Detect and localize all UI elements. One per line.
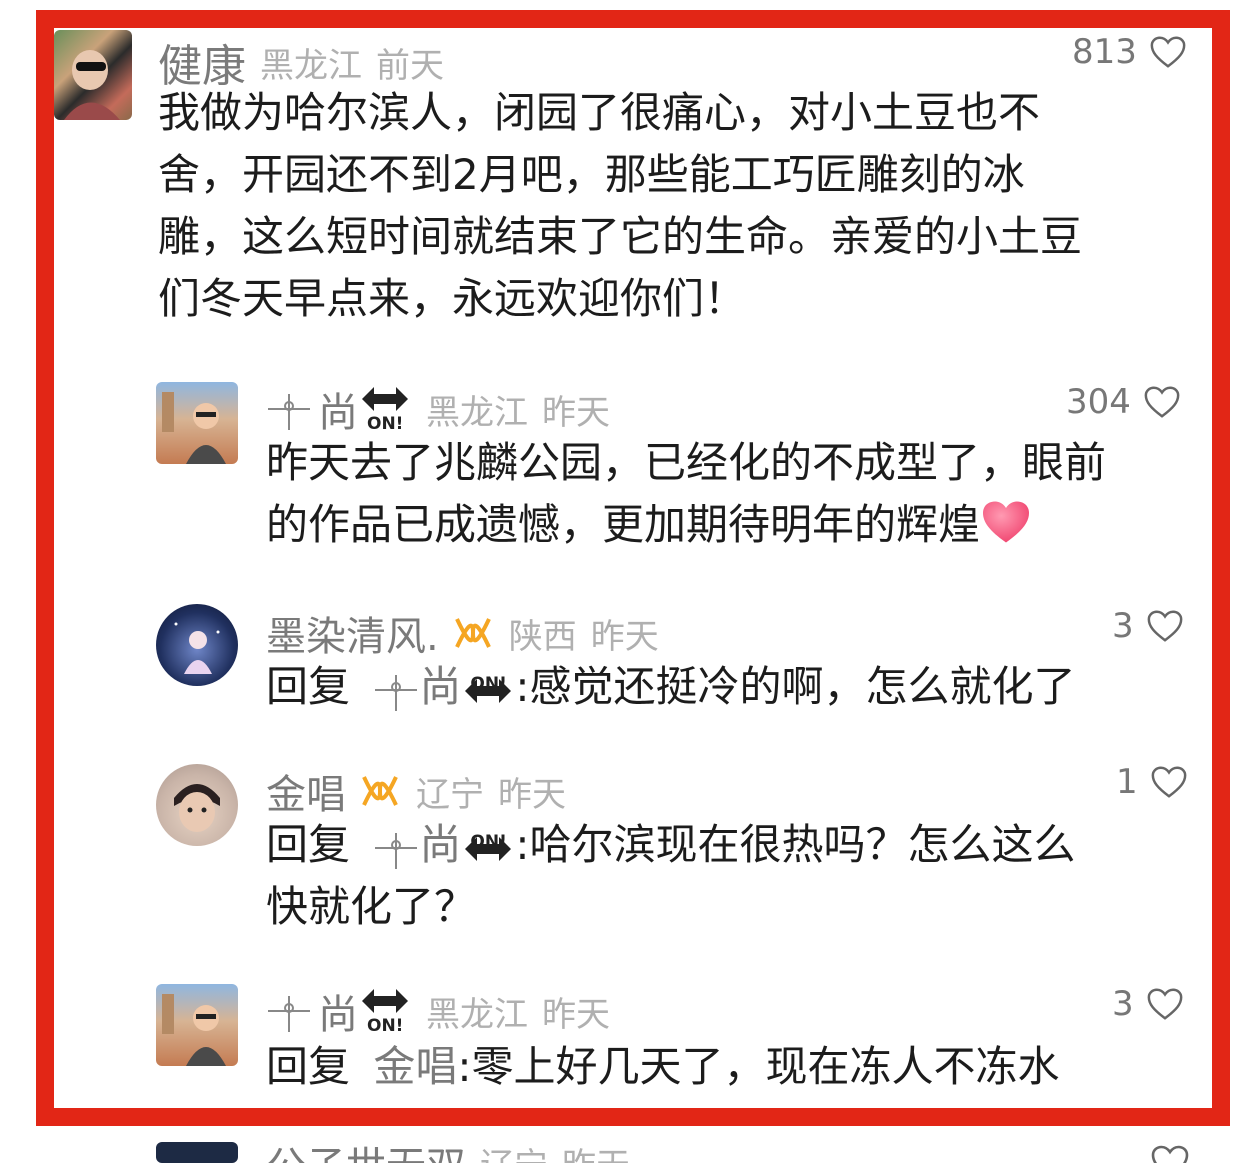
ornament-icon [268, 394, 310, 430]
timestamp: 前天 [376, 45, 444, 86]
like-count: 1 [1116, 762, 1138, 802]
like-count: 813 [1072, 32, 1137, 72]
location: 辽宁 [416, 774, 484, 815]
username[interactable]: 金唱 [266, 762, 346, 820]
on-badge-icon: ON! [461, 821, 515, 875]
avatar[interactable] [156, 604, 238, 686]
like-count: 3 [1112, 606, 1134, 646]
reply-prefix: 回复 [266, 820, 351, 869]
heart-icon[interactable] [1150, 1144, 1190, 1163]
comment-line: 回复 尚 ON!:感觉还挺冷的啊，怎么就化了 [266, 656, 1196, 718]
ornament-icon [268, 996, 310, 1032]
comment-text: 回复 金唱:零上好几天了，现在冻人不冻水 [266, 1036, 1196, 1098]
vip-badge-icon [454, 618, 491, 648]
avatar[interactable] [54, 30, 132, 120]
location: 黑龙江 [426, 392, 528, 433]
on-badge-icon: ON! [461, 663, 515, 717]
comment-text: 我做为哈尔滨人，闭园了很痛心，对小土豆也不 舍，开园还不到2月吧，那些能工巧匠雕… [158, 82, 1188, 330]
avatar[interactable] [156, 764, 238, 846]
on-badge-icon: ON! [358, 984, 412, 1038]
heart-icon[interactable] [1143, 384, 1181, 420]
like-button[interactable]: 1 [1116, 762, 1188, 802]
heart-icon[interactable] [1146, 608, 1184, 644]
comment-line: 雕，这么短时间就结束了它的生命。亲爱的小土豆 [158, 212, 1083, 261]
like-count: 3 [1112, 984, 1134, 1024]
comment-line: 回复 尚 ON!:哈尔滨现在很热吗？怎么这么 [266, 814, 1196, 876]
heart-icon[interactable] [1150, 764, 1188, 800]
comment-text: 回复 尚 ON!:感觉还挺冷的啊，怎么就化了 [266, 656, 1196, 718]
comment-text: 昨天去了兆麟公园，已经化的不成型了，眼前 的作品已成遗憾，更加期待明年的辉煌 [266, 432, 1196, 556]
ornament-icon [375, 832, 418, 869]
heart-icon[interactable] [1146, 986, 1184, 1022]
timestamp: 昨天 [562, 1140, 630, 1163]
timestamp: 昨天 [590, 616, 659, 657]
reply-prefix: 回复 [266, 662, 351, 711]
avatar[interactable] [156, 382, 238, 464]
location: 黑龙江 [260, 45, 362, 86]
location: 辽宁 [480, 1140, 548, 1163]
username[interactable]: 墨染清风. [266, 604, 439, 662]
comment-line: 们冬天早点来，永远欢迎你们！ [158, 274, 747, 323]
like-button[interactable]: 3 [1112, 606, 1184, 646]
reply-prefix: 回复 [266, 1042, 351, 1091]
comment-line: 昨天去了兆麟公园，已经化的不成型了，眼前 [266, 438, 1107, 487]
like-button[interactable]: 813 [1072, 32, 1187, 72]
like-count: 304 [1066, 382, 1131, 422]
timestamp: 昨天 [498, 774, 566, 815]
mention[interactable]: 金唱 [373, 1042, 457, 1091]
comment-text: 回复 尚 ON!:哈尔滨现在很热吗？怎么这么 快就化了？ [266, 814, 1196, 938]
like-button[interactable]: 304 [1066, 382, 1181, 422]
heart-icon[interactable] [1149, 34, 1187, 70]
avatar[interactable] [156, 1142, 238, 1163]
comment-line: 我做为哈尔滨人，闭园了很痛心，对小土豆也不 [158, 88, 1041, 137]
timestamp: 昨天 [542, 392, 610, 433]
username[interactable]: 公子世无双 [266, 1140, 466, 1163]
comment-line: 舍，开园还不到2月吧，那些能工巧匠雕刻的冰 [158, 150, 1025, 199]
mention[interactable]: 尚 [419, 820, 461, 869]
comment-line: 的作品已成遗憾，更加期待明年的辉煌 [266, 494, 1196, 556]
mention[interactable]: 尚 [419, 662, 461, 711]
on-badge-icon: ON! [358, 382, 412, 436]
location: 黑龙江 [426, 994, 528, 1035]
heart-emoji-icon [983, 501, 1030, 543]
username[interactable]: 尚 [318, 982, 358, 1040]
username[interactable]: 尚 [318, 380, 358, 438]
ornament-icon [375, 674, 418, 711]
comment-line: 快就化了？ [266, 882, 477, 931]
comment-line: 回复 金唱:零上好几天了，现在冻人不冻水 [266, 1042, 1060, 1091]
like-button[interactable]: 3 [1112, 984, 1184, 1024]
vip-badge-icon [362, 776, 398, 806]
timestamp: 昨天 [542, 994, 610, 1035]
avatar[interactable] [156, 984, 238, 1066]
location: 陕西 [508, 616, 577, 657]
